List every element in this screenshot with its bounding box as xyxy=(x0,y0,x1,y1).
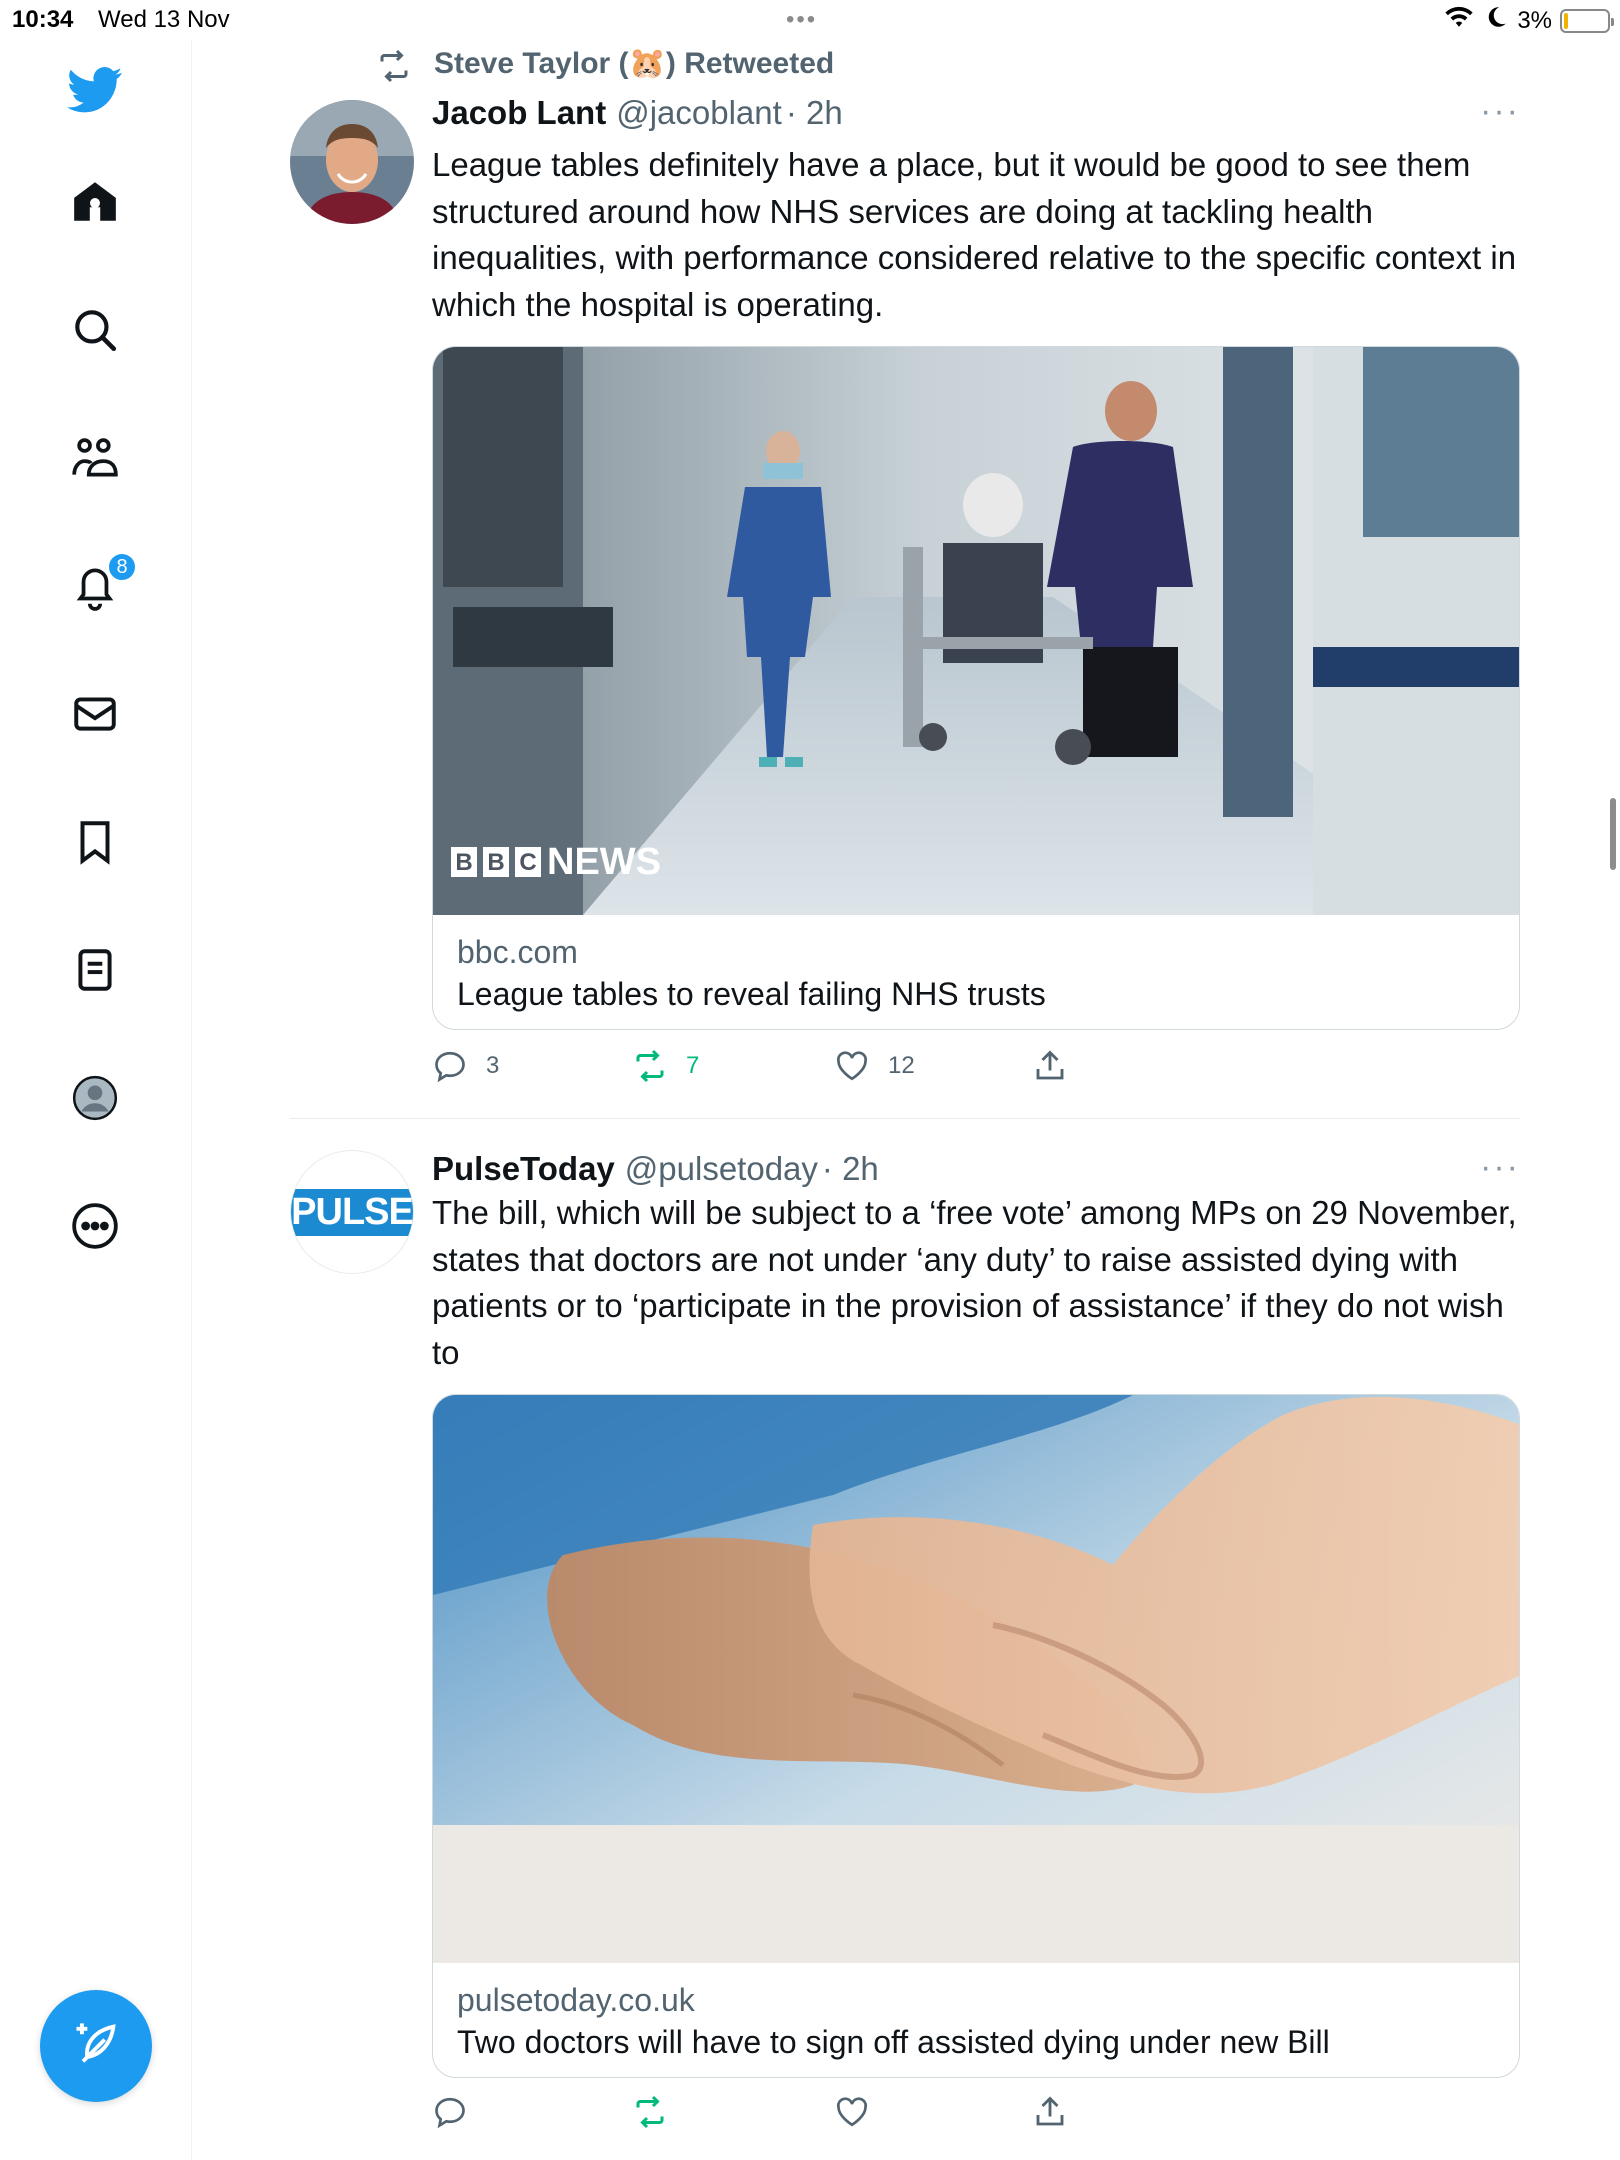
nav-home[interactable] xyxy=(55,164,135,244)
avatar[interactable]: PULSE xyxy=(290,1150,414,1274)
nav-lists[interactable] xyxy=(55,932,135,1012)
retweet-icon xyxy=(636,1049,664,1083)
link-card-meta: pulsetoday.co.uk Two doctors will have t… xyxy=(433,1963,1519,2077)
mail-icon xyxy=(70,689,120,744)
link-card-meta: bbc.com League tables to reveal failing … xyxy=(433,915,1519,1029)
link-card[interactable]: pulsetoday.co.uk Two doctors will have t… xyxy=(432,1394,1520,2078)
link-card-title: Two doctors will have to sign off assist… xyxy=(457,2024,1330,2060)
nav-notifications[interactable]: 8 xyxy=(55,548,137,628)
author-name[interactable]: PulseToday xyxy=(432,1150,615,1188)
battery-icon xyxy=(1560,8,1614,33)
tweet-actions xyxy=(432,2094,1132,2138)
tweet-actions: 3 7 12 xyxy=(432,1048,1132,1092)
wifi-icon xyxy=(1443,4,1475,37)
status-time: 10:34 xyxy=(12,6,74,33)
battery-percent: 3% xyxy=(1517,6,1552,34)
retweet-icon xyxy=(636,2095,664,2129)
author-handle[interactable]: @jacoblant xyxy=(616,94,782,132)
tweet-time[interactable]: · 2h xyxy=(822,1150,879,1188)
link-card[interactable]: B B C NEWS bbc.com League tables to reve… xyxy=(432,346,1520,1030)
link-card-title: League tables to reveal failing NHS trus… xyxy=(457,976,1046,1012)
author-name[interactable]: Jacob Lant xyxy=(432,94,606,132)
moon-icon xyxy=(1483,4,1509,37)
retweet-context-text: Steve Taylor (🐹) Retweeted xyxy=(434,47,835,80)
card-image-label: NEWS xyxy=(547,841,661,883)
nav-more[interactable] xyxy=(55,1188,135,1268)
link-card-image xyxy=(433,1395,1519,1963)
like-count: 12 xyxy=(888,1052,915,1079)
retweet-count: 7 xyxy=(686,1052,700,1079)
pulse-logo: PULSE xyxy=(291,1188,413,1236)
svg-text:B: B xyxy=(487,849,504,876)
share-icon xyxy=(1036,1050,1064,1080)
more-dots-icon: ··· xyxy=(1480,1148,1520,1186)
compose-feather-icon xyxy=(70,2018,122,2075)
scrollbar[interactable] xyxy=(1610,798,1616,870)
home-icon xyxy=(70,177,120,232)
share-icon xyxy=(1036,2096,1064,2126)
nav-explore[interactable] xyxy=(55,292,135,372)
tweet-more-button[interactable]: ··· xyxy=(1480,1148,1520,1187)
nav-messages[interactable] xyxy=(55,676,135,756)
nav-bookmarks[interactable] xyxy=(55,804,135,884)
notification-count-badge: 8 xyxy=(107,552,137,582)
retweet-icon xyxy=(380,49,408,83)
reply-icon xyxy=(435,2097,465,2129)
reply-count: 3 xyxy=(486,1052,500,1079)
tweet-text: The bill, which will be subject to a ‘fr… xyxy=(432,1194,1517,1371)
status-right: 3% xyxy=(1443,4,1614,37)
author-handle[interactable]: @pulsetoday xyxy=(625,1150,818,1188)
retweet-button[interactable] xyxy=(632,2094,668,2130)
reply-icon xyxy=(435,1051,465,1083)
tweet-text: League tables definitely have a place, b… xyxy=(432,146,1517,323)
communities-icon xyxy=(70,433,120,488)
status-bar: 10:34 Wed 13 Nov ••• 3% xyxy=(0,0,1620,40)
heart-icon xyxy=(836,2097,868,2127)
link-card-domain: pulsetoday.co.uk xyxy=(457,1982,695,2018)
list-icon xyxy=(70,945,120,1000)
like-button[interactable]: 12 xyxy=(834,1048,915,1084)
svg-text:C: C xyxy=(519,849,536,876)
twitter-bird-icon xyxy=(67,62,123,123)
twitter-logo[interactable] xyxy=(55,52,135,132)
bookmark-icon xyxy=(70,817,120,872)
nav-profile[interactable] xyxy=(55,1060,135,1140)
like-button[interactable] xyxy=(834,2094,870,2130)
more-dots-icon: ··· xyxy=(1480,92,1520,130)
sidebar: 8 xyxy=(0,40,192,2160)
tweet-time[interactable]: · 2h xyxy=(786,94,843,132)
link-card-image: B B C NEWS xyxy=(433,347,1519,915)
status-date: Wed 13 Nov xyxy=(98,6,230,33)
avatar[interactable] xyxy=(290,100,414,224)
reply-button[interactable] xyxy=(432,2094,468,2130)
link-card-domain: bbc.com xyxy=(457,934,578,970)
heart-icon xyxy=(836,1051,868,1081)
retweet-button[interactable]: 7 xyxy=(632,1048,699,1084)
retweet-context[interactable]: Steve Taylor (🐹) Retweeted xyxy=(380,46,835,83)
author-line: Jacob Lant @jacoblant · 2h xyxy=(432,94,843,132)
share-button[interactable] xyxy=(1032,2094,1068,2130)
reply-button[interactable]: 3 xyxy=(432,1048,499,1084)
profile-icon xyxy=(70,1073,120,1128)
svg-text:B: B xyxy=(455,849,472,876)
tweet-more-button[interactable]: ··· xyxy=(1480,92,1520,131)
nav-communities[interactable] xyxy=(55,420,135,500)
multitasking-dots-icon[interactable]: ••• xyxy=(786,6,817,34)
author-line: PulseToday @pulsetoday · 2h xyxy=(432,1150,879,1188)
search-icon xyxy=(70,305,120,360)
compose-tweet-button[interactable] xyxy=(40,1990,152,2102)
more-circle-icon xyxy=(70,1201,120,1256)
share-button[interactable] xyxy=(1032,1048,1068,1084)
tweet-divider xyxy=(290,1118,1520,1119)
